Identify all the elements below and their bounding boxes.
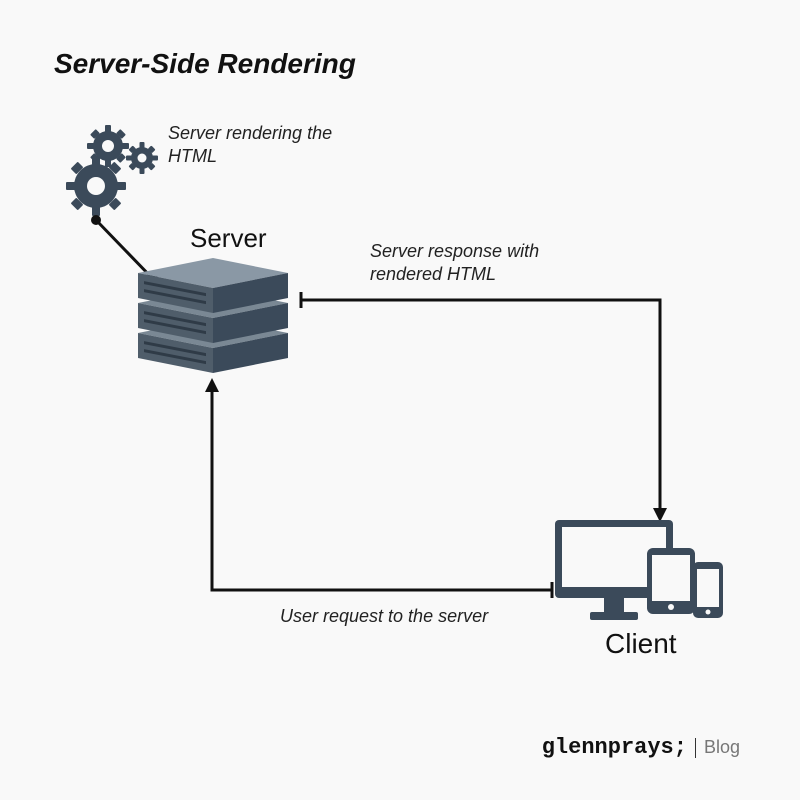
footer: glennprays; Blog [542,735,740,760]
diagram-title: Server-Side Rendering [54,48,356,80]
gears-icon [60,120,170,230]
response-caption: Server response with rendered HTML [370,240,610,287]
server-label: Server [190,223,267,254]
gear-caption: Server rendering the HTML [168,122,368,169]
server-stack-icon [128,258,298,378]
client-devices-icon [555,520,730,635]
request-caption: User request to the server [280,605,500,628]
footer-divider [695,738,696,758]
client-label: Client [605,628,677,660]
footer-section: Blog [704,737,740,758]
footer-brand: glennprays; [542,735,687,760]
